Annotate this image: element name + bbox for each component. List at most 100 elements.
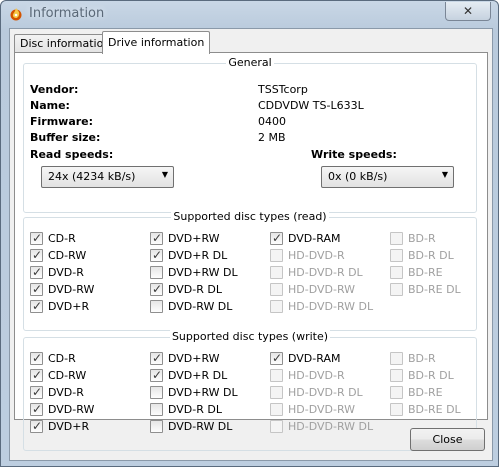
read-speeds-label: Read speeds:: [30, 148, 114, 161]
checkbox-label: HD-DVD-RW DL: [288, 420, 374, 433]
checkbox-label: CD-RW: [48, 249, 87, 262]
checkbox-box: [390, 232, 403, 245]
checkbox-label: CD-R: [48, 232, 76, 245]
write-speed-select[interactable]: 0x (0 kB/s) ▼: [321, 166, 454, 188]
checkbox-label: CD-RW: [48, 369, 87, 382]
checkbox-label: HD-DVD-RW: [288, 403, 356, 416]
tab-drive-information[interactable]: Drive information: [102, 31, 211, 54]
checkmark-icon: ✓: [32, 368, 43, 382]
chevron-down-icon: ▼: [441, 170, 448, 179]
read-speed-value: 24x (4234 kB/s): [48, 170, 136, 183]
flame-disc-icon: [10, 8, 22, 21]
checkbox-box: [390, 283, 403, 296]
checkbox-box: ✓: [30, 248, 43, 262]
checkbox-label: DVD+RW DL: [168, 266, 238, 279]
checkbox-box: [150, 386, 163, 399]
close-icon: ✕: [462, 4, 474, 18]
checkbox-label: BD-RE DL: [408, 403, 461, 416]
checkbox-box: ✓: [30, 299, 43, 313]
checkmark-icon: ✓: [32, 231, 43, 245]
close-button[interactable]: Close: [410, 428, 485, 451]
checkbox-label: HD-DVD-RW: [288, 283, 356, 296]
checkbox-box: ✓: [30, 231, 43, 245]
name-label: Name:: [30, 99, 70, 112]
checkbox-box: [270, 283, 283, 296]
checkbox-box: [150, 403, 163, 416]
checkbox-label: BD-R DL: [408, 369, 454, 382]
read-speed-select[interactable]: 24x (4234 kB/s) ▼: [41, 166, 174, 188]
checkmark-icon: ✓: [32, 265, 43, 279]
vendor-value: TSSTcorp: [258, 83, 308, 96]
checkbox-label: BD-RE: [408, 386, 443, 399]
title-bar[interactable]: Information ✕: [1, 1, 498, 27]
checkmark-icon: ✓: [32, 299, 43, 313]
checkbox-box: ✓: [150, 248, 163, 262]
buffer-size-value: 2 MB: [258, 131, 286, 144]
write-speed-value: 0x (0 kB/s): [328, 170, 388, 183]
checkbox-box: ✓: [150, 282, 163, 296]
checkbox-box: [270, 403, 283, 416]
chevron-down-icon: ▼: [161, 170, 168, 179]
checkbox-label: CD-R: [48, 352, 76, 365]
checkbox-box: [390, 403, 403, 416]
checkmark-icon: ✓: [32, 385, 43, 399]
checkbox-box: ✓: [30, 402, 43, 416]
checkmark-icon: ✓: [152, 351, 163, 365]
checkmark-icon: ✓: [32, 402, 43, 416]
checkbox-label: DVD-RW: [48, 403, 95, 416]
checkbox-label: HD-DVD-RW DL: [288, 300, 374, 313]
general-group: General Vendor: TSSTcorp Name: CDDVDW TS…: [23, 56, 477, 213]
checkbox-label: DVD+RW: [168, 352, 220, 365]
checkbox-box: ✓: [30, 368, 43, 382]
checkmark-icon: ✓: [272, 351, 283, 365]
checkbox-label: HD-DVD-R: [288, 369, 345, 382]
checkbox-box: [390, 266, 403, 279]
checkmark-icon: ✓: [152, 231, 163, 245]
checkmark-icon: ✓: [152, 282, 163, 296]
tab-disc-information[interactable]: Disc information: [14, 34, 117, 53]
checkbox-box: [390, 386, 403, 399]
checkbox-label: DVD-RW DL: [168, 420, 233, 433]
checkbox-label: DVD+RW DL: [168, 386, 238, 399]
checkbox-box: [270, 369, 283, 382]
checkbox-label: DVD-RW: [48, 283, 95, 296]
buffer-size-label: Buffer size:: [30, 131, 101, 144]
checkbox-box: [270, 300, 283, 313]
checkbox-box: [390, 369, 403, 382]
checkbox-box: [390, 352, 403, 365]
window-close-button[interactable]: ✕: [445, 2, 491, 21]
checkbox-box: ✓: [150, 368, 163, 382]
window-title: Information: [29, 6, 105, 21]
checkbox-label: DVD-RAM: [288, 232, 341, 245]
read-group-title: Supported disc types (read): [171, 210, 329, 223]
checkbox-label: DVD+R DL: [168, 249, 228, 262]
checkbox-box: ✓: [150, 231, 163, 245]
checkbox-label: BD-R DL: [408, 249, 454, 262]
write-group-title: Supported disc types (write): [169, 330, 331, 343]
general-group-title: General: [226, 56, 274, 69]
checkbox-label: DVD-R DL: [168, 283, 222, 296]
checkbox-label: DVD-R DL: [168, 403, 222, 416]
checkbox-label: BD-RE: [408, 266, 443, 279]
checkbox-box: [390, 249, 403, 262]
checkbox-box: [270, 420, 283, 433]
checkbox-box: ✓: [30, 351, 43, 365]
checkbox-label: HD-DVD-R DL: [288, 266, 363, 279]
checkbox-label: HD-DVD-R: [288, 249, 345, 262]
read-disc-types-group: Supported disc types (read) ✓ CD-R ✓ CD-RW ✓…: [23, 210, 477, 331]
firmware-label: Firmware:: [30, 115, 94, 128]
checkbox-box: ✓: [30, 419, 43, 433]
checkbox-label: DVD+R DL: [168, 369, 228, 382]
checkbox-box: ✓: [30, 265, 43, 279]
checkbox-label: DVD-R: [48, 266, 84, 279]
checkbox-label: DVD-RW DL: [168, 300, 233, 313]
checkbox-box: ✓: [150, 351, 163, 365]
checkbox-label: DVD+RW: [168, 232, 220, 245]
checkbox-label: DVD+R: [48, 300, 90, 313]
checkbox-label: DVD+R: [48, 420, 90, 433]
checkbox-label: BD-RE DL: [408, 283, 461, 296]
checkmark-icon: ✓: [32, 248, 43, 262]
checkbox-label: BD-R: [408, 232, 436, 245]
checkmark-icon: ✓: [32, 282, 43, 296]
checkbox-box: [150, 266, 163, 279]
